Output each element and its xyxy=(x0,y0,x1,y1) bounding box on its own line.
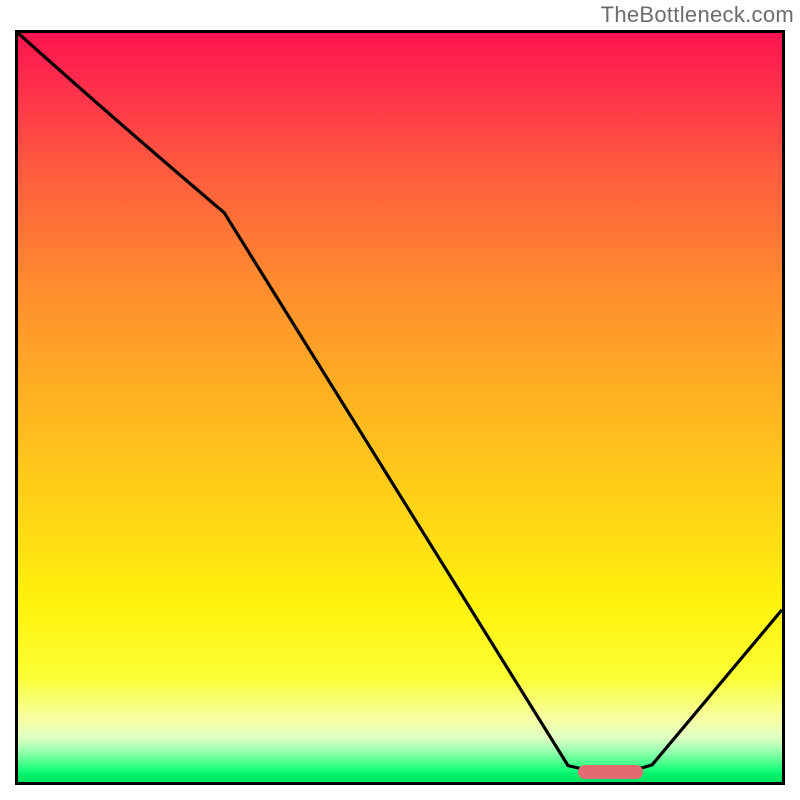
plot-area xyxy=(15,30,785,785)
curve-layer xyxy=(18,33,782,782)
watermark-text: TheBottleneck.com xyxy=(601,2,794,28)
chart-container: TheBottleneck.com xyxy=(0,0,800,800)
series-curve xyxy=(18,33,782,771)
valley-marker xyxy=(578,765,643,779)
